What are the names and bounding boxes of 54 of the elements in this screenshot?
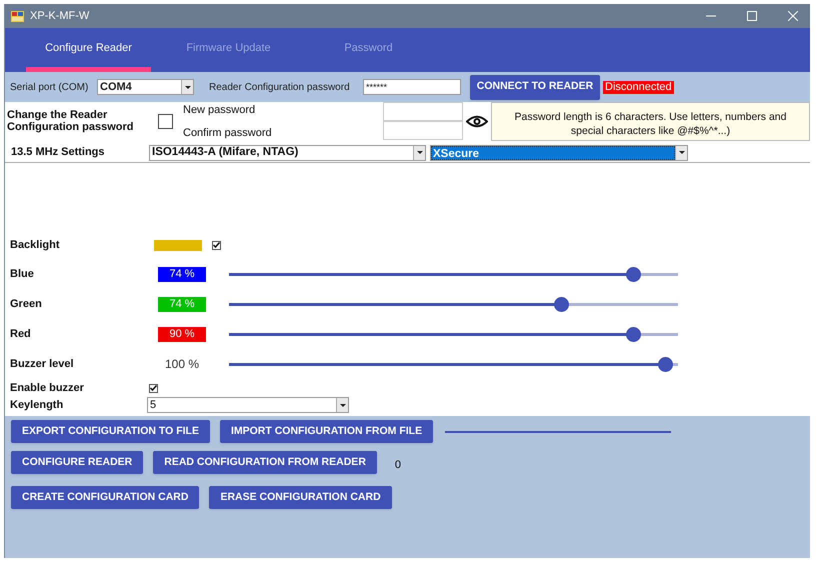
confirm-password-field[interactable] [383, 121, 463, 140]
keylength-dropdown[interactable]: 5 [147, 397, 349, 413]
field-label: Confirm password [183, 126, 273, 140]
caret-icon [340, 404, 346, 406]
connect-button[interactable]: CONNECT TO READER [470, 74, 600, 100]
slider-thumb[interactable] [626, 326, 642, 342]
slider-thumb[interactable] [626, 266, 642, 282]
color-swatch[interactable] [154, 240, 202, 250]
action-button[interactable]: EXPORT CONFIGURATION TO FILE [11, 420, 210, 443]
field-label: Serial port (COM) [10, 80, 90, 94]
checkbox[interactable] [212, 240, 221, 250]
field-label: Backlight [10, 238, 61, 253]
field-label: Keylength [10, 398, 64, 413]
serial-port-dropdown[interactable]: COM4 [97, 79, 194, 95]
caret-icon [416, 151, 422, 154]
field-label: Blue [10, 266, 35, 282]
status-badge: Disconnected [603, 80, 674, 94]
color-swatch[interactable]: 90 % [158, 326, 206, 342]
field-label: Green [10, 296, 43, 312]
field-label: Reader Configuration password [209, 80, 351, 94]
field-label: New password [183, 103, 256, 118]
action-button[interactable]: READ CONFIGURATION FROM READER [153, 451, 377, 474]
checkbox[interactable] [158, 114, 172, 129]
level-reading: 100 % [164, 356, 200, 373]
slider-thumb[interactable] [658, 356, 673, 372]
maximize-icon[interactable] [747, 11, 757, 21]
field-label: Buzzer level [10, 356, 75, 372]
section-label: 13.5 MHz Settings [11, 145, 106, 160]
eye-icon[interactable] [466, 115, 488, 128]
hint-note: Password length is 6 characters. Use letters, numbers and special characters like @#$%^*...) [491, 102, 810, 141]
protocol-dropdown[interactable]: ISO14443-A (Mifare, NTAG) [149, 144, 426, 160]
caret-icon [678, 151, 684, 154]
app-icon [11, 10, 24, 22]
slider-thumb[interactable] [554, 296, 570, 312]
action-button[interactable]: CREATE CONFIGURATION CARD [11, 486, 200, 509]
slider[interactable] [229, 356, 678, 372]
checkbox[interactable] [149, 384, 158, 392]
slider[interactable] [229, 266, 678, 282]
caret-icon [184, 86, 190, 88]
slider[interactable] [229, 326, 678, 342]
action-button[interactable]: CONFIGURE READER [11, 451, 144, 474]
action-button[interactable]: ERASE CONFIGURATION CARD [209, 486, 392, 509]
action-button[interactable]: IMPORT CONFIGURATION FROM FILE [220, 420, 434, 443]
password-field[interactable]: ****** [363, 79, 461, 95]
new-password-field[interactable] [383, 102, 463, 121]
close-icon[interactable] [788, 11, 798, 21]
security-dropdown[interactable]: XSecure [430, 144, 688, 160]
window-title: XP-K-MF-W [30, 8, 90, 24]
field-label: Enable buzzer [10, 380, 85, 396]
counter-text: 0 [394, 458, 402, 474]
color-swatch[interactable]: 74 % [158, 266, 206, 282]
section-label: Change the Reader Configuration password [7, 108, 134, 135]
field-label: Red [10, 326, 32, 342]
slider[interactable] [229, 296, 678, 312]
